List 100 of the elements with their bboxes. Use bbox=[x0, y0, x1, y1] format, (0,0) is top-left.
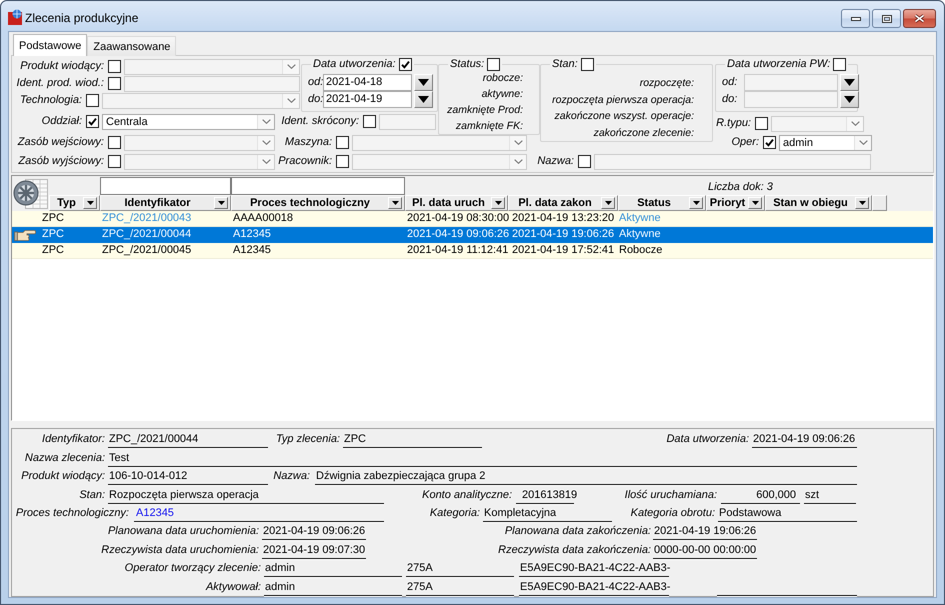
option-label: rozpoczęte: bbox=[640, 76, 694, 91]
dropdown-field[interactable] bbox=[352, 154, 527, 170]
checkbox[interactable] bbox=[86, 115, 99, 128]
field-label: Kategoria obrotu: bbox=[630, 506, 715, 521]
dropdown-field[interactable] bbox=[124, 58, 300, 74]
caret-down-icon bbox=[218, 201, 224, 205]
checkbox[interactable] bbox=[833, 58, 846, 71]
maximize-button[interactable] bbox=[872, 9, 901, 28]
filter-label: Oddział: bbox=[40, 115, 82, 128]
column-header[interactable]: Stan w obiegu bbox=[765, 195, 872, 211]
table-cell-text: 2021-04-19 17:52:41 bbox=[511, 243, 616, 258]
column-header[interactable]: Pl. data zakon bbox=[508, 195, 618, 211]
option-label: aktywne: bbox=[482, 87, 523, 102]
filter-label: Maszyna: bbox=[284, 136, 332, 149]
checkbox[interactable] bbox=[108, 155, 121, 168]
tab[interactable]: Zaawansowane bbox=[87, 36, 176, 56]
checkbox[interactable] bbox=[398, 58, 412, 71]
column-header[interactable]: Status bbox=[618, 195, 706, 211]
option-label: zakończone zlecenie: bbox=[594, 126, 694, 142]
column-menu-button[interactable] bbox=[748, 197, 762, 209]
column-header[interactable]: Pl. data uruch bbox=[405, 195, 508, 211]
date-field[interactable] bbox=[744, 74, 838, 91]
column-filter-field[interactable] bbox=[231, 177, 405, 195]
table-cell-text: 2021-04-19 19:06:26 bbox=[511, 227, 616, 242]
field-label: Konto analityczne: bbox=[421, 488, 512, 503]
column-menu-button[interactable] bbox=[601, 197, 615, 209]
date-dropdown-button[interactable] bbox=[414, 74, 433, 91]
input-field[interactable] bbox=[594, 154, 871, 170]
column-menu-button[interactable] bbox=[388, 197, 402, 209]
column-menu-button[interactable] bbox=[214, 197, 228, 209]
date-dropdown-button[interactable] bbox=[840, 74, 859, 91]
column-filter-field[interactable] bbox=[100, 177, 231, 195]
date-field[interactable]: 2021-04-18 bbox=[323, 74, 412, 91]
process-link[interactable]: A12345 bbox=[136, 506, 174, 519]
table-row[interactable]: ZPC ZPC_/2021/00043 AAAA00018 2021-04-19 08:30:00 2021-04-19 13:23:20 Aktywne bbox=[12, 211, 933, 227]
date-dropdown-button[interactable] bbox=[840, 91, 859, 108]
checkbox[interactable] bbox=[108, 77, 121, 90]
field-value: 106-10-014-012 bbox=[108, 469, 268, 486]
document-count: Liczba dok: 3 bbox=[708, 180, 773, 192]
checkbox[interactable] bbox=[763, 136, 776, 149]
dropdown-field[interactable] bbox=[124, 134, 275, 150]
checkbox[interactable] bbox=[336, 155, 349, 168]
dropdown-field[interactable] bbox=[124, 154, 275, 170]
table-row[interactable]: ZPC ZPC_/2021/00044 A12345 2021-04-19 09:06:26 2021-04-19 19:06:26 Aktywne bbox=[12, 227, 933, 243]
column-header[interactable]: Typ bbox=[49, 195, 100, 211]
dropdown-field[interactable] bbox=[352, 134, 527, 150]
field-value: Test bbox=[108, 450, 857, 467]
dropdown-field[interactable]: admin bbox=[779, 134, 872, 150]
column-menu-button[interactable] bbox=[855, 197, 869, 209]
dropdown-field[interactable] bbox=[771, 116, 864, 132]
dropdown-field[interactable] bbox=[102, 92, 300, 108]
reel-grid-icon[interactable] bbox=[13, 176, 49, 210]
field-label: Ilość uruchamiana: bbox=[624, 488, 717, 503]
table-cell-text: Aktywne bbox=[618, 211, 662, 226]
chevron-down-icon bbox=[514, 159, 522, 164]
checkbox[interactable] bbox=[580, 58, 594, 71]
column-header[interactable]: Prioryt bbox=[706, 195, 765, 211]
table-cell-text: 2021-04-19 13:23:20 bbox=[511, 211, 616, 226]
minimize-button[interactable] bbox=[841, 9, 870, 28]
column-menu-button[interactable] bbox=[689, 197, 703, 209]
column-menu-button[interactable] bbox=[491, 197, 505, 209]
table-row[interactable]: ZPC ZPC_/2021/00045 A12345 2021-04-19 11:12:41 2021-04-19 17:52:41 Robocze bbox=[12, 243, 933, 259]
table-cell-text: A12345 bbox=[232, 243, 272, 258]
field-label: Identyfikator: bbox=[41, 432, 105, 448]
checkbox[interactable] bbox=[336, 136, 349, 149]
filter-label: Technologia: bbox=[19, 94, 82, 107]
option-label: zamknięte FK: bbox=[456, 119, 523, 134]
field-label: Operator tworzący zlecenie: bbox=[124, 561, 261, 576]
checkbox[interactable] bbox=[487, 58, 500, 71]
table-cell-text: ZPC_/2021/00045 bbox=[101, 243, 192, 258]
field-label: Rzeczywista data uruchomienia: bbox=[100, 542, 259, 558]
field-value: szt bbox=[804, 488, 856, 504]
field-label: Rzeczywista data zakończenia: bbox=[497, 542, 651, 558]
column-header[interactable]: Identyfikator bbox=[100, 195, 231, 211]
date-dropdown-button[interactable] bbox=[414, 91, 433, 108]
option-label: robocze: bbox=[482, 71, 523, 86]
field-label: Aktywował: bbox=[204, 580, 261, 595]
filter-label: Nazwa: bbox=[536, 155, 574, 168]
checkbox[interactable] bbox=[108, 136, 121, 149]
checkbox[interactable] bbox=[363, 115, 376, 128]
checkbox[interactable] bbox=[755, 117, 768, 130]
close-button[interactable] bbox=[903, 9, 936, 28]
input-field[interactable] bbox=[379, 114, 436, 130]
table-cell-text: 2021-04-19 08:30:00 bbox=[406, 211, 510, 226]
chevron-down-icon bbox=[850, 121, 860, 126]
field-value: ZPC_/2021/00044 bbox=[108, 432, 268, 448]
tab[interactable]: Podstawowe bbox=[13, 34, 88, 56]
date-field[interactable] bbox=[744, 91, 838, 108]
column-header[interactable]: Proces technologiczny bbox=[231, 195, 405, 211]
checkbox[interactable] bbox=[578, 155, 591, 168]
input-field[interactable] bbox=[124, 76, 300, 92]
checkbox[interactable] bbox=[86, 94, 99, 107]
caret-down-icon bbox=[604, 201, 612, 205]
field-label: Proces technologiczny: bbox=[14, 506, 129, 521]
date-field[interactable]: 2021-04-19 bbox=[323, 91, 412, 108]
column-menu-button[interactable] bbox=[83, 197, 97, 209]
window-title: Zlecenia produkcyjne bbox=[25, 10, 138, 24]
dropdown-field[interactable]: Centrala bbox=[102, 114, 275, 130]
field-label: Data utworzenia: bbox=[665, 432, 749, 448]
checkbox[interactable] bbox=[108, 60, 121, 73]
